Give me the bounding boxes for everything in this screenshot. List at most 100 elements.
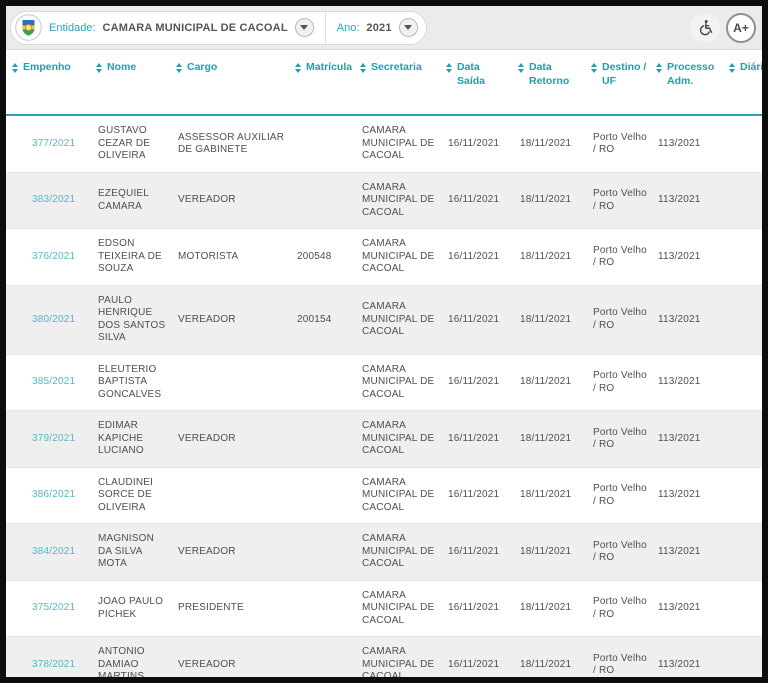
cell-matricula [289, 580, 354, 637]
column-header-label: Secretaria [371, 61, 422, 75]
column-header-diarias[interactable]: Diárias [723, 50, 762, 115]
cell-retorno: 18/11/2021 [512, 637, 585, 683]
cell-saida: 16/11/2021 [440, 354, 512, 411]
empenho-link[interactable]: 375/2021 [32, 602, 75, 613]
cell-nome: ELEUTERIO BAPTISTA GONCALVES [90, 354, 170, 411]
column-header-label: Empenho [23, 61, 71, 75]
table-row: 386/2021CLAUDINEI SORCE DE OLIVEIRACAMAR… [6, 467, 762, 524]
empenho-link[interactable]: 383/2021 [32, 194, 75, 205]
cell-diarias [723, 580, 762, 637]
cell-processo: 113/2021 [650, 467, 723, 524]
cell-secretaria: CAMARA MUNICIPAL DE CACOAL [354, 524, 440, 581]
cell-saida: 16/11/2021 [440, 467, 512, 524]
cell-empenho: 384/2021 [6, 524, 90, 581]
entity-year-control: Entidade: CAMARA MUNICIPAL DE CACOAL Ano… [10, 11, 427, 45]
empenho-link[interactable]: 380/2021 [32, 314, 75, 325]
table-row: 384/2021MAGNISON DA SILVA MOTAVEREADORCA… [6, 524, 762, 581]
cell-empenho: 383/2021 [6, 172, 90, 229]
cell-diarias [723, 172, 762, 229]
sort-arrows-icon [176, 61, 182, 73]
cell-diarias [723, 467, 762, 524]
cell-processo: 113/2021 [650, 354, 723, 411]
table-row: 377/2021GUSTAVO CEZAR DE OLIVEIRAASSESSO… [6, 115, 762, 172]
accessibility-button[interactable] [690, 13, 720, 43]
cell-retorno: 18/11/2021 [512, 467, 585, 524]
column-header-retorno[interactable]: Data Retorno [512, 50, 585, 115]
column-header-nome[interactable]: Nome [90, 50, 170, 115]
cell-retorno: 18/11/2021 [512, 524, 585, 581]
sort-arrows-icon [12, 61, 18, 73]
sort-arrows-icon [591, 61, 597, 73]
column-header-label: Diárias [740, 61, 762, 75]
cell-nome: EDSON TEIXEIRA DE SOUZA [90, 229, 170, 286]
app-window: Entidade: CAMARA MUNICIPAL DE CACOAL Ano… [0, 0, 768, 683]
sort-arrows-icon [518, 61, 524, 73]
cell-secretaria: CAMARA MUNICIPAL DE CACOAL [354, 172, 440, 229]
cell-matricula [289, 637, 354, 683]
cell-saida: 16/11/2021 [440, 637, 512, 683]
cell-cargo: VEREADOR [170, 172, 289, 229]
year-value: 2021 [366, 22, 391, 34]
topbar: Entidade: CAMARA MUNICIPAL DE CACOAL Ano… [6, 6, 762, 50]
cell-processo: 113/2021 [650, 637, 723, 683]
cell-cargo: VEREADOR [170, 637, 289, 683]
cell-secretaria: CAMARA MUNICIPAL DE CACOAL [354, 354, 440, 411]
cell-processo: 113/2021 [650, 229, 723, 286]
sort-arrows-icon [295, 61, 301, 73]
cell-matricula [289, 354, 354, 411]
cell-cargo [170, 467, 289, 524]
entity-dropdown-button[interactable] [295, 18, 314, 37]
table-row: 378/2021ANTONIO DAMIAO MARTINSVEREADORCA… [6, 637, 762, 683]
cell-secretaria: CAMARA MUNICIPAL DE CACOAL [354, 115, 440, 172]
cell-nome: EZEQUIEL CAMARA [90, 172, 170, 229]
cell-nome: MAGNISON DA SILVA MOTA [90, 524, 170, 581]
font-increase-button[interactable]: A+ [726, 13, 756, 43]
year-dropdown-button[interactable] [399, 18, 418, 37]
cell-diarias [723, 115, 762, 172]
empenho-link[interactable]: 378/2021 [32, 659, 75, 670]
cell-empenho: 376/2021 [6, 229, 90, 286]
wheelchair-icon [697, 19, 714, 36]
empenho-link[interactable]: 376/2021 [32, 251, 75, 262]
column-header-label: Cargo [187, 61, 217, 75]
column-header-label: Matrícula [306, 61, 352, 75]
empenho-link[interactable]: 386/2021 [32, 489, 75, 500]
sort-arrows-icon [446, 61, 452, 73]
cell-saida: 16/11/2021 [440, 285, 512, 354]
cell-saida: 16/11/2021 [440, 580, 512, 637]
cell-empenho: 375/2021 [6, 580, 90, 637]
column-header-secretaria[interactable]: Secretaria [354, 50, 440, 115]
cell-destino: Porto Velho / RO [585, 637, 650, 683]
column-header-processo[interactable]: Processo Adm. [650, 50, 723, 115]
cell-diarias [723, 285, 762, 354]
column-header-matricula[interactable]: Matrícula [289, 50, 354, 115]
column-header-destino[interactable]: Destino / UF [585, 50, 650, 115]
cell-retorno: 18/11/2021 [512, 354, 585, 411]
cell-retorno: 18/11/2021 [512, 172, 585, 229]
empenho-link[interactable]: 384/2021 [32, 546, 75, 557]
cell-matricula: 200154 [289, 285, 354, 354]
chevron-down-icon [404, 25, 412, 30]
column-header-label: Data Saída [457, 61, 510, 88]
column-header-cargo[interactable]: Cargo [170, 50, 289, 115]
empenho-link[interactable]: 377/2021 [32, 138, 75, 149]
column-header-saida[interactable]: Data Saída [440, 50, 512, 115]
cell-secretaria: CAMARA MUNICIPAL DE CACOAL [354, 637, 440, 683]
cell-cargo: VEREADOR [170, 411, 289, 468]
chevron-down-icon [300, 25, 308, 30]
empenho-link[interactable]: 379/2021 [32, 433, 75, 444]
cell-processo: 113/2021 [650, 524, 723, 581]
table-row: 385/2021 ELEUTERIO BAPTISTA GONCALVES CAMA… [6, 354, 762, 411]
entity-value: CAMARA MUNICIPAL DE CACOAL [102, 22, 287, 34]
empenho-link[interactable]: 385/2021 [32, 376, 75, 387]
cell-diarias [723, 524, 762, 581]
year-label: Ano: [337, 22, 360, 34]
cell-destino: Porto Velho / RO [585, 229, 650, 286]
cell-cargo: MOTORISTA [170, 229, 289, 286]
cell-retorno: 18/11/2021 [512, 229, 585, 286]
cell-processo: 113/2021 [650, 172, 723, 229]
cell-destino: Porto Velho / RO [585, 285, 650, 354]
cell-processo: 113/2021 [650, 285, 723, 354]
cell-empenho: 385/2021 [6, 354, 90, 411]
column-header-empenho[interactable]: Empenho [6, 50, 90, 115]
